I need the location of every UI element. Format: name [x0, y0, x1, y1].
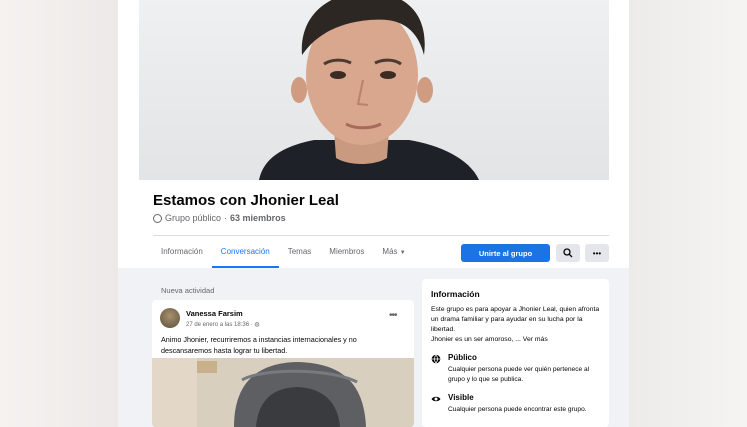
post-photo[interactable]	[152, 358, 414, 427]
tab-mas-label: Más	[382, 247, 398, 256]
avatar[interactable]	[160, 308, 180, 328]
group-tabs: Información Conversación Temas Miembros …	[153, 236, 415, 268]
tab-miembros[interactable]: Miembros	[320, 236, 373, 268]
facebook-group-page: Estamos con Jhonier Leal Grupo público ·…	[118, 0, 629, 427]
right-background	[629, 0, 747, 427]
about-card: Información Este grupo es para apoyar a …	[422, 279, 609, 427]
post-time-text: 27 de enero a las 18:36 ·	[186, 322, 253, 328]
globe-icon	[431, 354, 441, 364]
about-description: Este grupo es para apoyar a Jhonier Leal…	[431, 305, 601, 345]
public-description: Cualquier persona puede ver quién perten…	[448, 366, 590, 383]
visible-description: Cualquier persona puede encontrar este g…	[448, 406, 587, 413]
feed-section-label: Nueva actividad	[161, 286, 215, 295]
visible-title: Visible	[448, 393, 474, 402]
globe-icon: ◍	[254, 322, 260, 328]
public-title: Público	[448, 353, 477, 362]
cover-portrait	[259, 0, 479, 180]
tab-mas[interactable]: Más ▼	[373, 236, 414, 268]
group-meta: Grupo público · 63 miembros	[153, 213, 286, 223]
caret-down-icon: ▼	[399, 250, 406, 256]
post-photo-image	[152, 358, 414, 427]
meta-separator: ·	[224, 213, 228, 223]
group-privacy: Grupo público	[165, 213, 222, 223]
post-author[interactable]: Vanessa Farsim	[186, 309, 243, 318]
join-group-button[interactable]: Unirte al grupo	[461, 244, 550, 262]
eye-icon	[431, 396, 441, 402]
group-members[interactable]: 63 miembros	[230, 213, 286, 223]
more-options-button[interactable]: •••	[585, 244, 609, 262]
post-options-icon[interactable]: •••	[389, 310, 397, 321]
post-timestamp[interactable]: 27 de enero a las 18:36 · ◍	[186, 321, 260, 328]
tab-informacion[interactable]: Información	[153, 236, 212, 268]
more-dots-icon: •••	[592, 248, 602, 258]
search-icon	[563, 248, 573, 258]
about-title: Información	[431, 289, 480, 299]
left-background	[0, 0, 118, 427]
globe-icon	[153, 213, 162, 223]
tab-conversacion[interactable]: Conversación	[211, 236, 279, 268]
about-description-text: Este grupo es para apoyar a Jhonier Leal…	[431, 306, 600, 333]
group-title[interactable]: Estamos con Jhonier Leal	[153, 192, 339, 209]
see-more-link[interactable]: Jhonier es un ser amoroso, ... Ver más	[431, 336, 548, 343]
cover-photo[interactable]	[139, 0, 609, 180]
tab-temas[interactable]: Temas	[279, 236, 321, 268]
group-header: Estamos con Jhonier Leal Grupo público ·…	[118, 0, 629, 268]
post-text: Animo Jhonier, recurriremos a instancias…	[161, 335, 357, 355]
post-card: Vanessa Farsim 27 de enero a las 18:36 ·…	[152, 300, 414, 427]
search-button[interactable]	[556, 244, 580, 262]
